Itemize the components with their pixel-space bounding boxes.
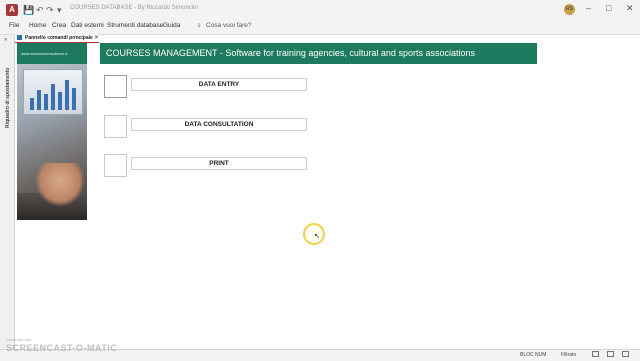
redo-icon[interactable]: ↷ [46, 4, 54, 16]
design-view-icon[interactable] [622, 351, 629, 357]
menu-dati-esterni[interactable]: Dati esterni [71, 22, 104, 29]
customize-quick-access-icon[interactable]: ▾ [57, 4, 62, 16]
data-entry-button[interactable] [104, 75, 127, 98]
data-entry-label: DATA ENTRY [131, 78, 307, 91]
window-title: COURSES DATABASE - By Riccardo Simoncini [70, 5, 198, 11]
layout-view-icon[interactable] [607, 351, 614, 357]
mouse-pointer-icon: ↖ [314, 233, 320, 240]
title-bar: A 💾 ↶ ↷ ▾ COURSES DATABASE - By Riccardo… [0, 0, 640, 20]
tell-me-search[interactable]: Cosa vuoi fare? [206, 22, 252, 29]
expand-pane-icon[interactable]: » [4, 37, 7, 43]
menu-crea[interactable]: Crea [52, 22, 66, 29]
website-url: www.servizioconsulenze.it [21, 51, 68, 56]
maximize-button[interactable]: □ [606, 3, 611, 13]
form-header-banner: COURSES MANAGEMENT - Software for traini… [100, 43, 537, 64]
print-button[interactable] [104, 154, 127, 177]
dashboard-screen-graphic [23, 69, 83, 115]
data-consultation-label: DATA CONSULTATION [131, 118, 307, 131]
watermark-caption: Recorded with [6, 337, 32, 342]
account-avatar[interactable]: RS [564, 4, 575, 15]
hand-graphic [35, 163, 85, 207]
document-tab-strip [15, 35, 640, 42]
menu-home[interactable]: Home [29, 22, 46, 29]
photo-header: www.servizioconsulenze.it [17, 43, 87, 64]
access-app-icon: A [6, 4, 18, 16]
tab-label: Pannello comandi principale [25, 35, 93, 41]
menu-guida[interactable]: Guida [163, 22, 180, 29]
form-view-icon[interactable] [592, 351, 599, 357]
undo-icon[interactable]: ↶ [36, 4, 44, 16]
filter-indicator: Filtrato [561, 352, 577, 358]
bloc-num-indicator: BLOC NUM [520, 352, 547, 358]
menu-file[interactable]: File [9, 22, 19, 29]
save-icon[interactable]: 💾 [23, 4, 34, 16]
data-consultation-button[interactable] [104, 115, 127, 138]
minimize-button[interactable]: – [586, 3, 591, 13]
print-label: PRINT [131, 157, 307, 170]
ribbon-menu-bar: File Home Crea Dati esterni Strumenti da… [0, 20, 640, 35]
form-icon [17, 35, 22, 40]
screencast-watermark: SCREENCAST-O-MATIC [6, 343, 118, 353]
close-tab-icon[interactable]: ✕ [94, 34, 99, 42]
close-window-button[interactable]: ✕ [626, 3, 634, 14]
menu-strumenti-database[interactable]: Strumenti database [107, 22, 163, 29]
navigation-pane[interactable]: » Riquadro di spostamento [0, 35, 15, 349]
office-photo: www.servizioconsulenze.it [17, 43, 87, 220]
navigation-pane-label: Riquadro di spostamento [5, 67, 11, 128]
lightbulb-icon: ♀ [196, 21, 202, 30]
